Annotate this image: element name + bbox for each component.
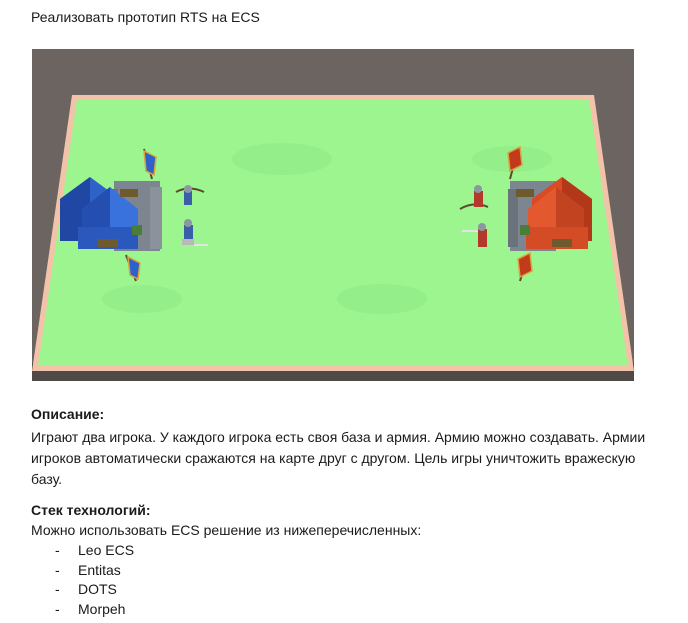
list-dash: - [55,542,60,558]
scene-screenshot [32,49,634,381]
list-dash: - [55,581,60,597]
stack-heading: Стек технологий: [31,502,151,518]
list-dash: - [55,561,60,578]
list-item-label: Leo ECS [78,542,135,558]
list-item-label: Entitas [78,561,121,578]
list-dash: - [55,600,60,617]
description-text: Играют два игрока. У каждого игрока есть… [31,429,646,487]
blue-base [60,177,162,251]
task-title: Реализовать прототип RTS на ECS [31,9,260,25]
list-item-label: Morpeh [78,600,126,617]
list-item-label: DOTS [78,581,117,597]
stack-intro: Можно использовать ECS решение из нижепе… [31,522,422,538]
game-scene-illustration [32,95,634,381]
description-heading: Описание: [31,406,105,422]
